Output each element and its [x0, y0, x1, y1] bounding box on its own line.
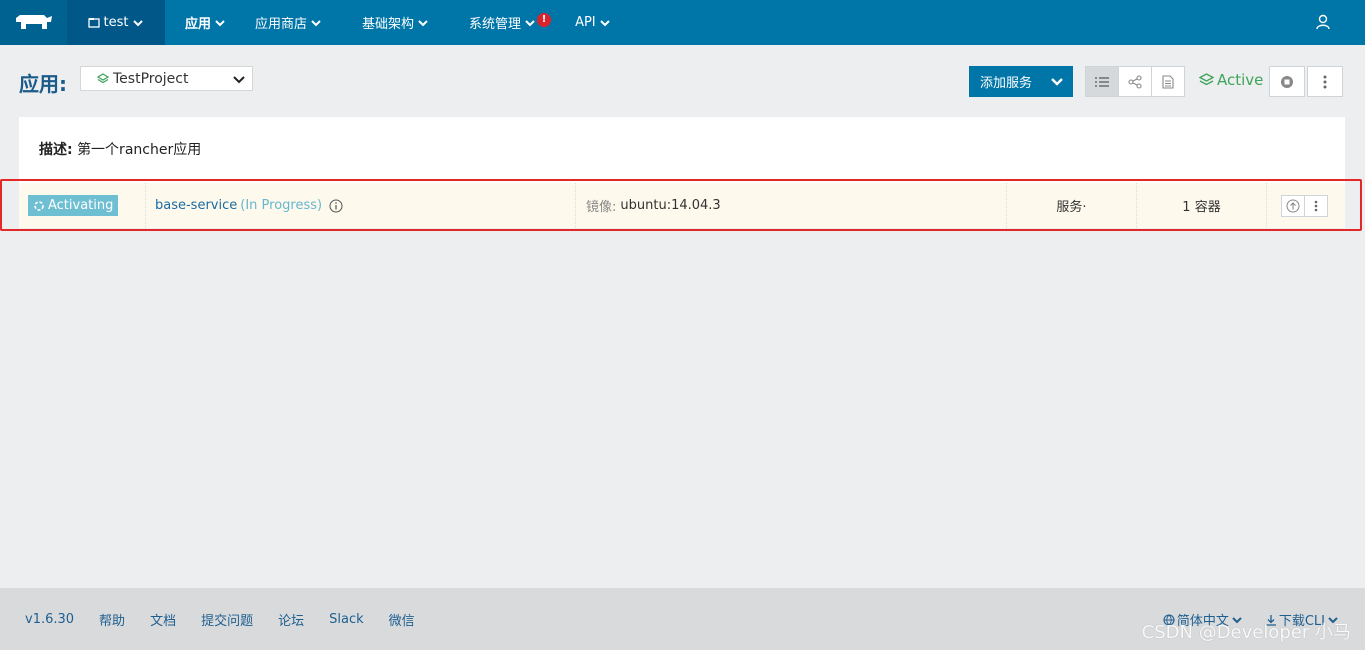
page-title: 应用: — [19, 72, 67, 96]
footer-issue-link[interactable]: 提交问题 — [201, 610, 253, 629]
upgrade-icon — [1286, 199, 1300, 212]
chevron-down-icon — [233, 76, 245, 84]
chevron-down-icon — [311, 19, 321, 26]
chevron-down-icon — [418, 19, 428, 26]
description-label: 描述: — [39, 142, 73, 158]
nav-item-label: 基础架构 — [362, 17, 415, 32]
service-link[interactable]: base-service — [155, 198, 237, 213]
nav-item-admin[interactable]: 系统管理 ! — [445, 0, 567, 45]
row-actions — [1281, 194, 1328, 217]
info-icon[interactable] — [329, 199, 343, 213]
nav-item-catalog[interactable]: 应用商店 — [242, 0, 338, 45]
stack-state: Active — [1199, 71, 1263, 89]
table-row: Activating base-service (In Progress) 镜像… — [19, 183, 1345, 228]
footer-help-link[interactable]: 帮助 — [99, 610, 125, 629]
add-service-button[interactable]: 添加服务 — [969, 66, 1073, 97]
watermark: CSDN @Developer 小马 — [1141, 622, 1351, 643]
nav-item-infrastructure[interactable]: 基础架构 — [338, 0, 445, 45]
chevron-down-icon — [1051, 77, 1063, 86]
image-label: 镜像: — [586, 200, 617, 215]
upgrade-button[interactable] — [1281, 194, 1305, 217]
compose-view-button[interactable] — [1151, 66, 1185, 97]
layers-icon — [97, 72, 109, 83]
project-select[interactable]: TestProject — [80, 66, 253, 91]
service-kind: 服务· — [1056, 200, 1087, 215]
image-value: ubuntu:14.04.3 — [620, 198, 721, 213]
description-text: 第一个rancher应用 — [77, 142, 202, 158]
env-switcher[interactable]: test — [67, 0, 165, 45]
env-label: test — [103, 15, 129, 30]
state-text: Activating — [48, 198, 114, 213]
kebab-icon — [1314, 200, 1318, 211]
add-service-label: 添加服务 — [980, 76, 1033, 91]
actions-cell — [1266, 183, 1345, 228]
service-cell: base-service (In Progress) — [145, 183, 575, 228]
service-progress: (In Progress) — [240, 198, 323, 213]
user-icon[interactable] — [1315, 14, 1331, 30]
stack-state-label: Active — [1217, 71, 1264, 89]
image-cell: 镜像: ubuntu:14.04.3 — [575, 183, 1006, 228]
file-icon — [1162, 74, 1174, 89]
spinner-icon — [34, 200, 44, 211]
view-switcher — [1085, 66, 1185, 97]
containers-cell: 1 容器 — [1136, 183, 1266, 228]
footer-version[interactable]: v1.6.30 — [25, 612, 74, 627]
nav-item-label: 系统管理 — [469, 17, 522, 32]
alert-badge: ! — [537, 12, 552, 27]
nav-item-apps[interactable]: 应用 — [165, 0, 242, 45]
graph-view-button[interactable] — [1118, 66, 1152, 97]
chevron-down-icon — [215, 19, 225, 26]
row-more-button[interactable] — [1304, 194, 1328, 217]
more-menu-button[interactable] — [1307, 66, 1343, 97]
rancher-logo-icon — [15, 14, 52, 29]
add-service-dropdown[interactable] — [1041, 66, 1073, 97]
nav-item-api[interactable]: API — [567, 0, 627, 45]
share-icon — [1128, 74, 1142, 89]
footer-wechat-link[interactable]: 微信 — [389, 610, 415, 629]
chevron-down-icon — [525, 19, 535, 26]
footer-forum-link[interactable]: 论坛 — [278, 610, 304, 629]
list-icon — [1095, 76, 1109, 87]
stop-circle-icon — [1281, 75, 1293, 88]
nav-item-label: 应用 — [185, 17, 212, 32]
project-name: TestProject — [113, 70, 189, 87]
footer-docs-link[interactable]: 文档 — [150, 610, 176, 629]
folder-icon — [87, 18, 100, 28]
container-count: 1 容器 — [1182, 200, 1221, 215]
nav-item-label: 应用商店 — [255, 17, 308, 32]
state-cell: Activating — [19, 183, 145, 228]
stack-description: 描述: 第一个rancher应用 — [39, 139, 201, 159]
state-badge: Activating — [28, 195, 119, 216]
chevron-down-icon — [133, 19, 144, 26]
footer: v1.6.30 帮助 文档 提交问题 论坛 Slack 微信 简体中文 下载CL… — [0, 588, 1365, 650]
nav-item-label: API — [575, 15, 596, 30]
top-nav: test 应用 应用商店 基础架构 系统管理 ! API — [0, 0, 1365, 45]
kebab-icon — [1323, 75, 1327, 88]
list-view-button[interactable] — [1085, 66, 1119, 97]
layers-icon — [1199, 73, 1214, 86]
stop-button[interactable] — [1269, 66, 1305, 97]
kind-cell: 服务· — [1006, 183, 1136, 228]
footer-slack-link[interactable]: Slack — [329, 612, 364, 627]
rancher-logo[interactable] — [0, 0, 67, 45]
chevron-down-icon — [599, 19, 610, 26]
